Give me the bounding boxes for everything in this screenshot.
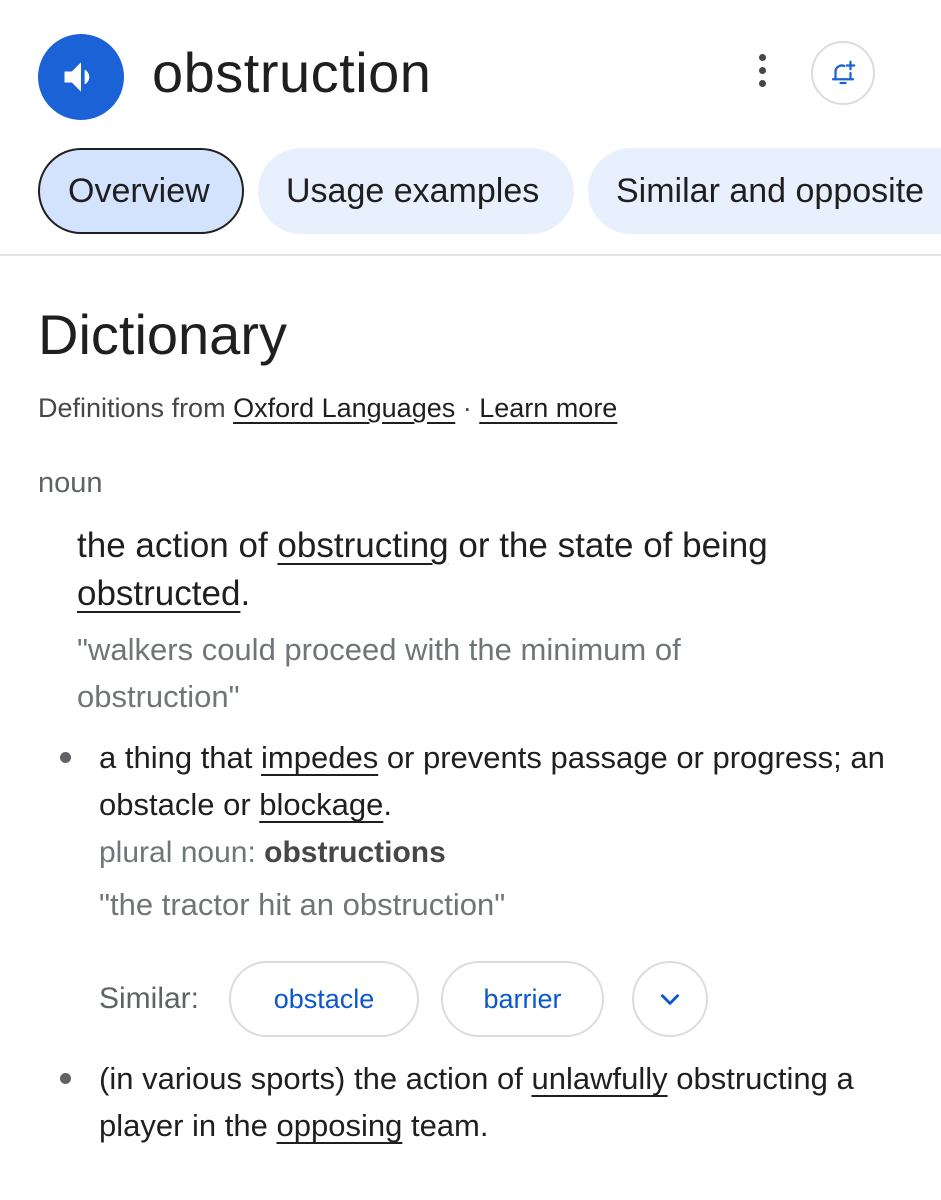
expand-similar-button[interactable] bbox=[632, 961, 708, 1037]
sense-2-definition: a thing that impedes or prevents passage… bbox=[99, 740, 885, 822]
similar-chip-barrier[interactable]: barrier bbox=[441, 961, 604, 1037]
more-vert-icon bbox=[758, 53, 766, 61]
source-prefix: Definitions from bbox=[38, 393, 234, 423]
part-of-speech: noun bbox=[38, 467, 103, 499]
link-blockage[interactable]: blockage bbox=[259, 787, 383, 822]
pronunciation-button[interactable] bbox=[38, 34, 124, 120]
chevron-down-icon bbox=[661, 994, 679, 1005]
tab-bar: Overview Usage examples Similar and oppo… bbox=[0, 148, 941, 236]
link-obstructed[interactable]: obstructed bbox=[77, 574, 240, 613]
plural-value: obstructions bbox=[264, 836, 446, 869]
bullet bbox=[60, 752, 71, 763]
link-opposing[interactable]: opposing bbox=[277, 1108, 403, 1143]
sense-3-definition: (in various sports) the action of unlawf… bbox=[99, 1061, 854, 1143]
learn-more-link[interactable]: Learn more bbox=[479, 393, 617, 423]
tab-similar-and-opposite[interactable]: Similar and opposite bbox=[588, 148, 941, 234]
link-obstructing[interactable]: obstructing bbox=[277, 526, 448, 565]
add-alert-bell-icon bbox=[831, 60, 856, 85]
divider bbox=[0, 254, 941, 256]
word-header: obstruction bbox=[0, 0, 941, 140]
word-title: obstruction bbox=[152, 41, 432, 104]
source-line: Definitions from Oxford Languages · Lear… bbox=[38, 390, 617, 426]
bullet bbox=[60, 1073, 71, 1084]
add-alert-button[interactable] bbox=[811, 41, 875, 105]
more-options-button[interactable] bbox=[740, 48, 784, 92]
separator: · bbox=[455, 393, 480, 423]
similar-chip-obstacle[interactable]: obstacle bbox=[229, 961, 419, 1037]
link-unlawfully[interactable]: unlawfully bbox=[531, 1061, 667, 1096]
main-definition: the action of obstructing or the state o… bbox=[77, 526, 768, 613]
plural-form: plural noun: obstructions bbox=[99, 836, 446, 869]
volume-icon bbox=[64, 62, 90, 92]
similar-label: Similar: bbox=[99, 982, 200, 1015]
link-impedes[interactable]: impedes bbox=[261, 740, 378, 775]
main-example: "walkers could proceed with the minimum … bbox=[77, 632, 681, 714]
oxford-languages-link[interactable]: Oxford Languages bbox=[233, 393, 455, 423]
tab-usage-examples[interactable]: Usage examples bbox=[258, 148, 574, 234]
tab-overview[interactable]: Overview bbox=[38, 148, 244, 234]
sense-2-example: "the tractor hit an obstruction" bbox=[99, 887, 506, 922]
section-title: Dictionary bbox=[38, 303, 287, 366]
